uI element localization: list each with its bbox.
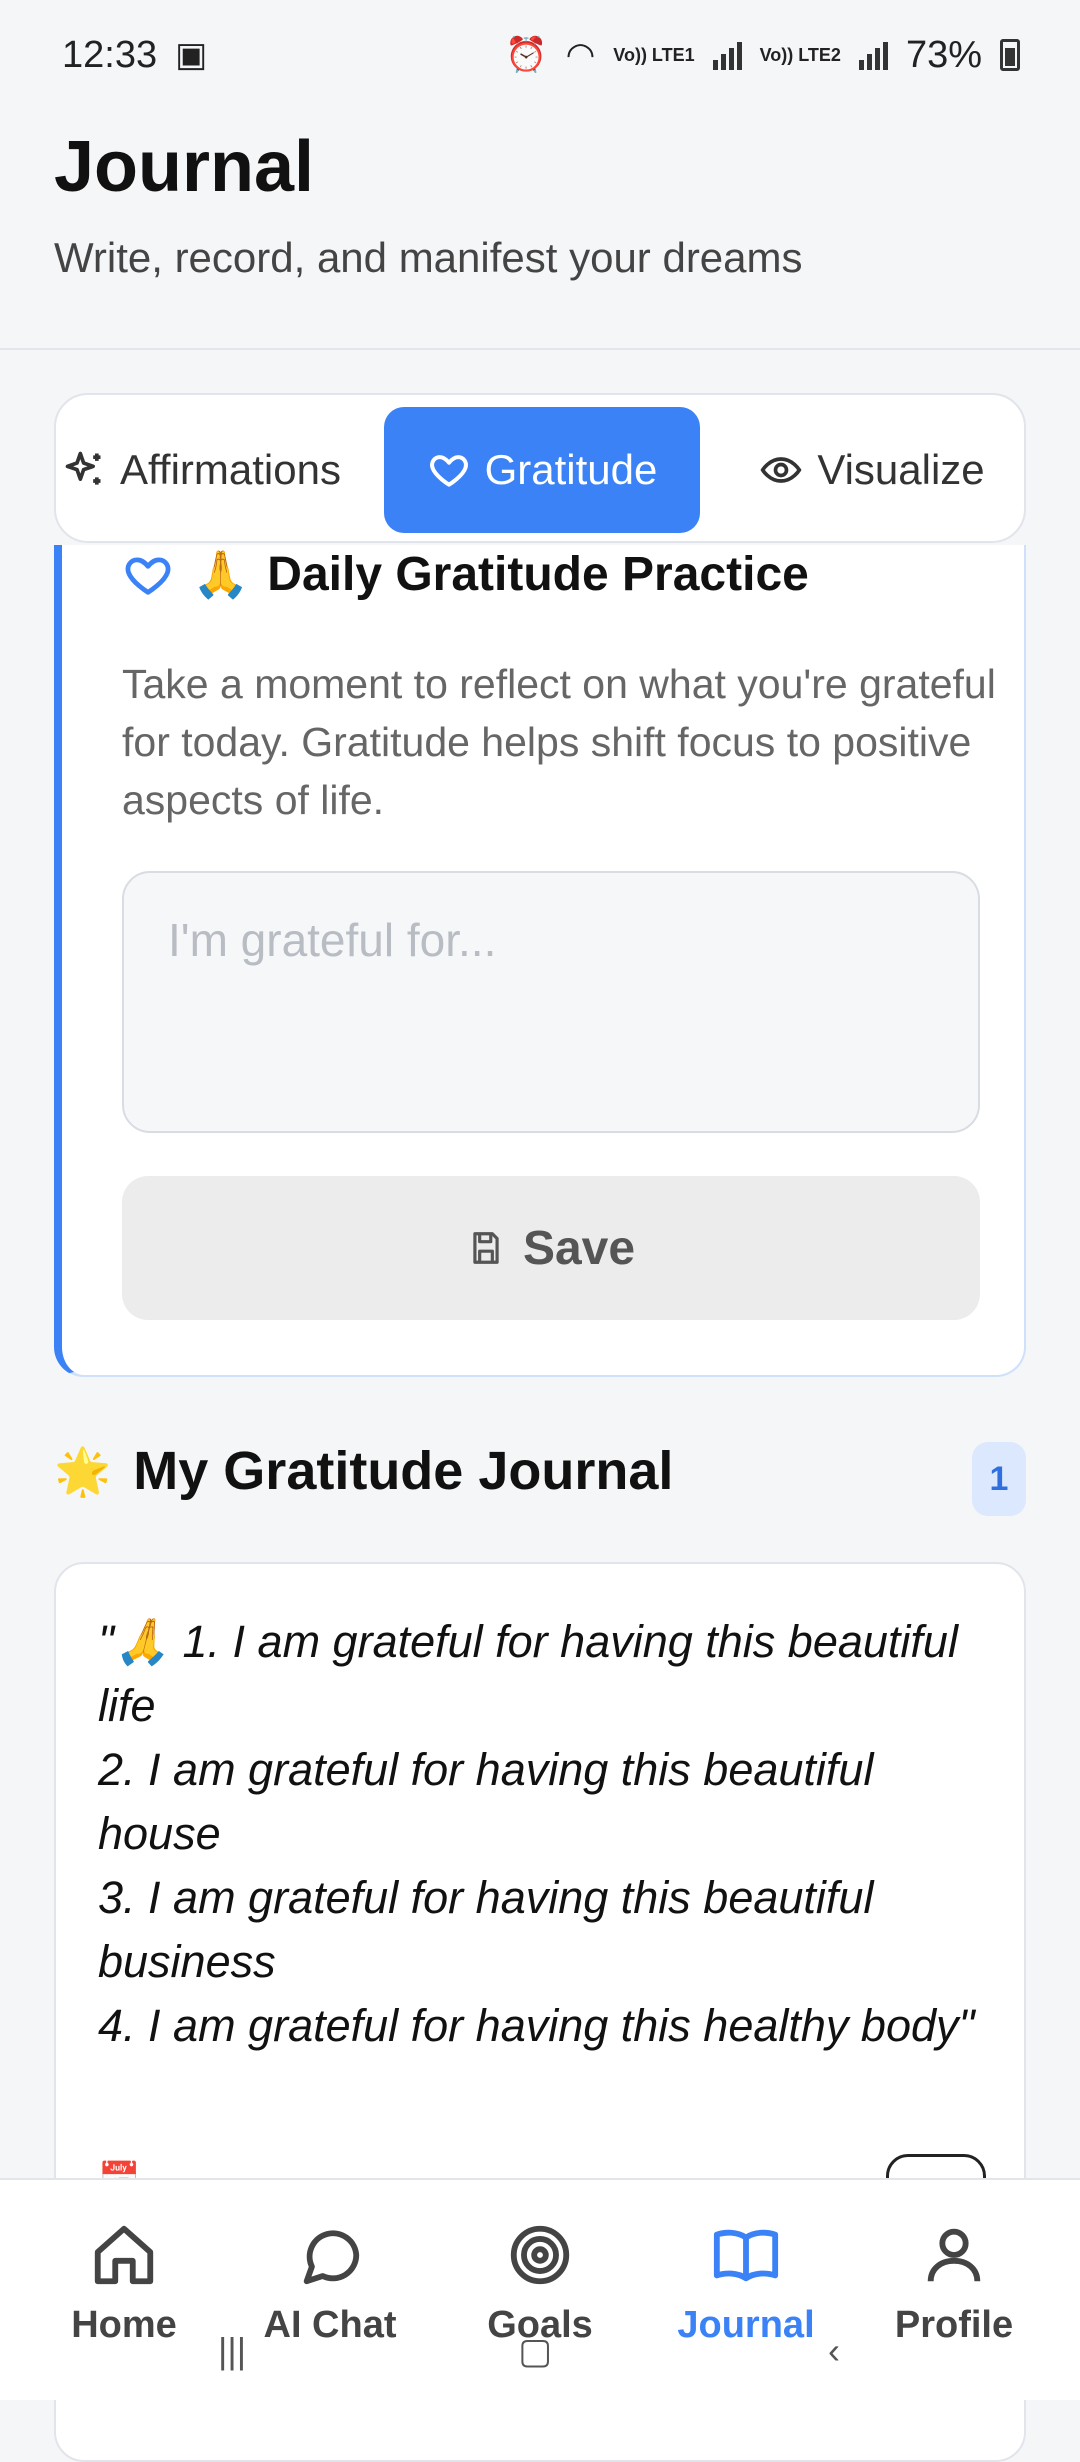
back-icon[interactable]: ‹ [828,2330,840,2372]
gratitude-practice-card: 🙏 Daily Gratitude Practice Take a moment… [54,545,1026,1377]
signal-icon [712,40,742,70]
sparkles-icon [65,451,101,485]
praying-hands-icon: 🙏 [192,548,250,600]
alarm-icon: ⏰ [505,36,548,74]
nav-profile[interactable]: Profile [854,2220,1054,2347]
journal-title-text: My Gratitude Journal [133,1441,674,1501]
heart-icon [125,556,171,595]
home-button-icon[interactable]: ▢ [518,2330,552,2372]
tab-gratitude[interactable]: Gratitude [384,407,700,533]
home-icon [94,2225,154,2285]
save-button[interactable]: Save [122,1176,980,1320]
eye-icon [760,457,802,483]
journal-section-title: 🌟 My Gratitude Journal [54,1440,673,1502]
heart-icon [429,455,468,487]
journal-entry-text: "🙏 1. I am grateful for having this beau… [98,1616,975,2051]
save-button-label: Save [522,1221,636,1275]
tab-visualize[interactable]: Visualize [732,407,1012,533]
battery-percent: 73% [905,33,982,76]
sim1-label: Vo)) LTE1 [613,45,695,65]
practice-description: Take a moment to reflect on what you're … [122,661,996,823]
nav-goals[interactable]: Goals [440,2220,640,2347]
save-icon [473,1232,499,1264]
image-icon: ▣ [175,36,208,74]
tab-affirmations-label: Affirmations [120,446,341,493]
nav-journal[interactable]: Journal [646,2220,846,2347]
journal-tabs: Affirmations Gratitude Visualize [54,393,1026,543]
practice-title-text: Daily Gratitude Practice [267,548,809,601]
sim2-label: Vo)) LTE2 [759,45,841,65]
chat-bubble-icon [303,2230,360,2285]
page-title: Journal [54,127,315,207]
entry-count-badge: 1 [972,1442,1026,1516]
signal-icon [858,40,888,70]
star-icon: 🌟 [54,1444,112,1497]
nav-home[interactable]: Home [24,2220,224,2347]
nav-profile-label: Profile [894,2304,1014,2346]
nav-ai-chat-label: AI Chat [263,2304,397,2346]
page-subtitle: Write, record, and manifest your dreams [54,234,803,281]
gratitude-input[interactable] [122,871,980,1133]
page-header: Journal Write, record, and manifest your… [0,110,1080,350]
tab-visualize-label: Visualize [817,446,985,493]
target-icon [510,2225,570,2285]
tab-gratitude-label: Gratitude [484,446,658,493]
nav-ai-chat[interactable]: AI Chat [230,2220,430,2347]
nav-home-label: Home [71,2304,177,2346]
status-time: 12:33 [62,33,158,76]
practice-title: 🙏 Daily Gratitude Practice [122,547,809,602]
book-icon [713,2229,779,2282]
recent-apps-icon[interactable]: ||| [218,2330,246,2372]
nav-journal-label: Journal [677,2304,815,2346]
wifi-icon: ◠ [565,36,596,74]
user-icon [927,2228,981,2282]
battery-icon [1000,39,1020,71]
tab-affirmations[interactable]: Affirmations [62,407,382,533]
status-bar: 12:33 ▣ ⏰ ◠ Vo)) LTE1 Vo)) LTE2 73% [0,0,1080,110]
